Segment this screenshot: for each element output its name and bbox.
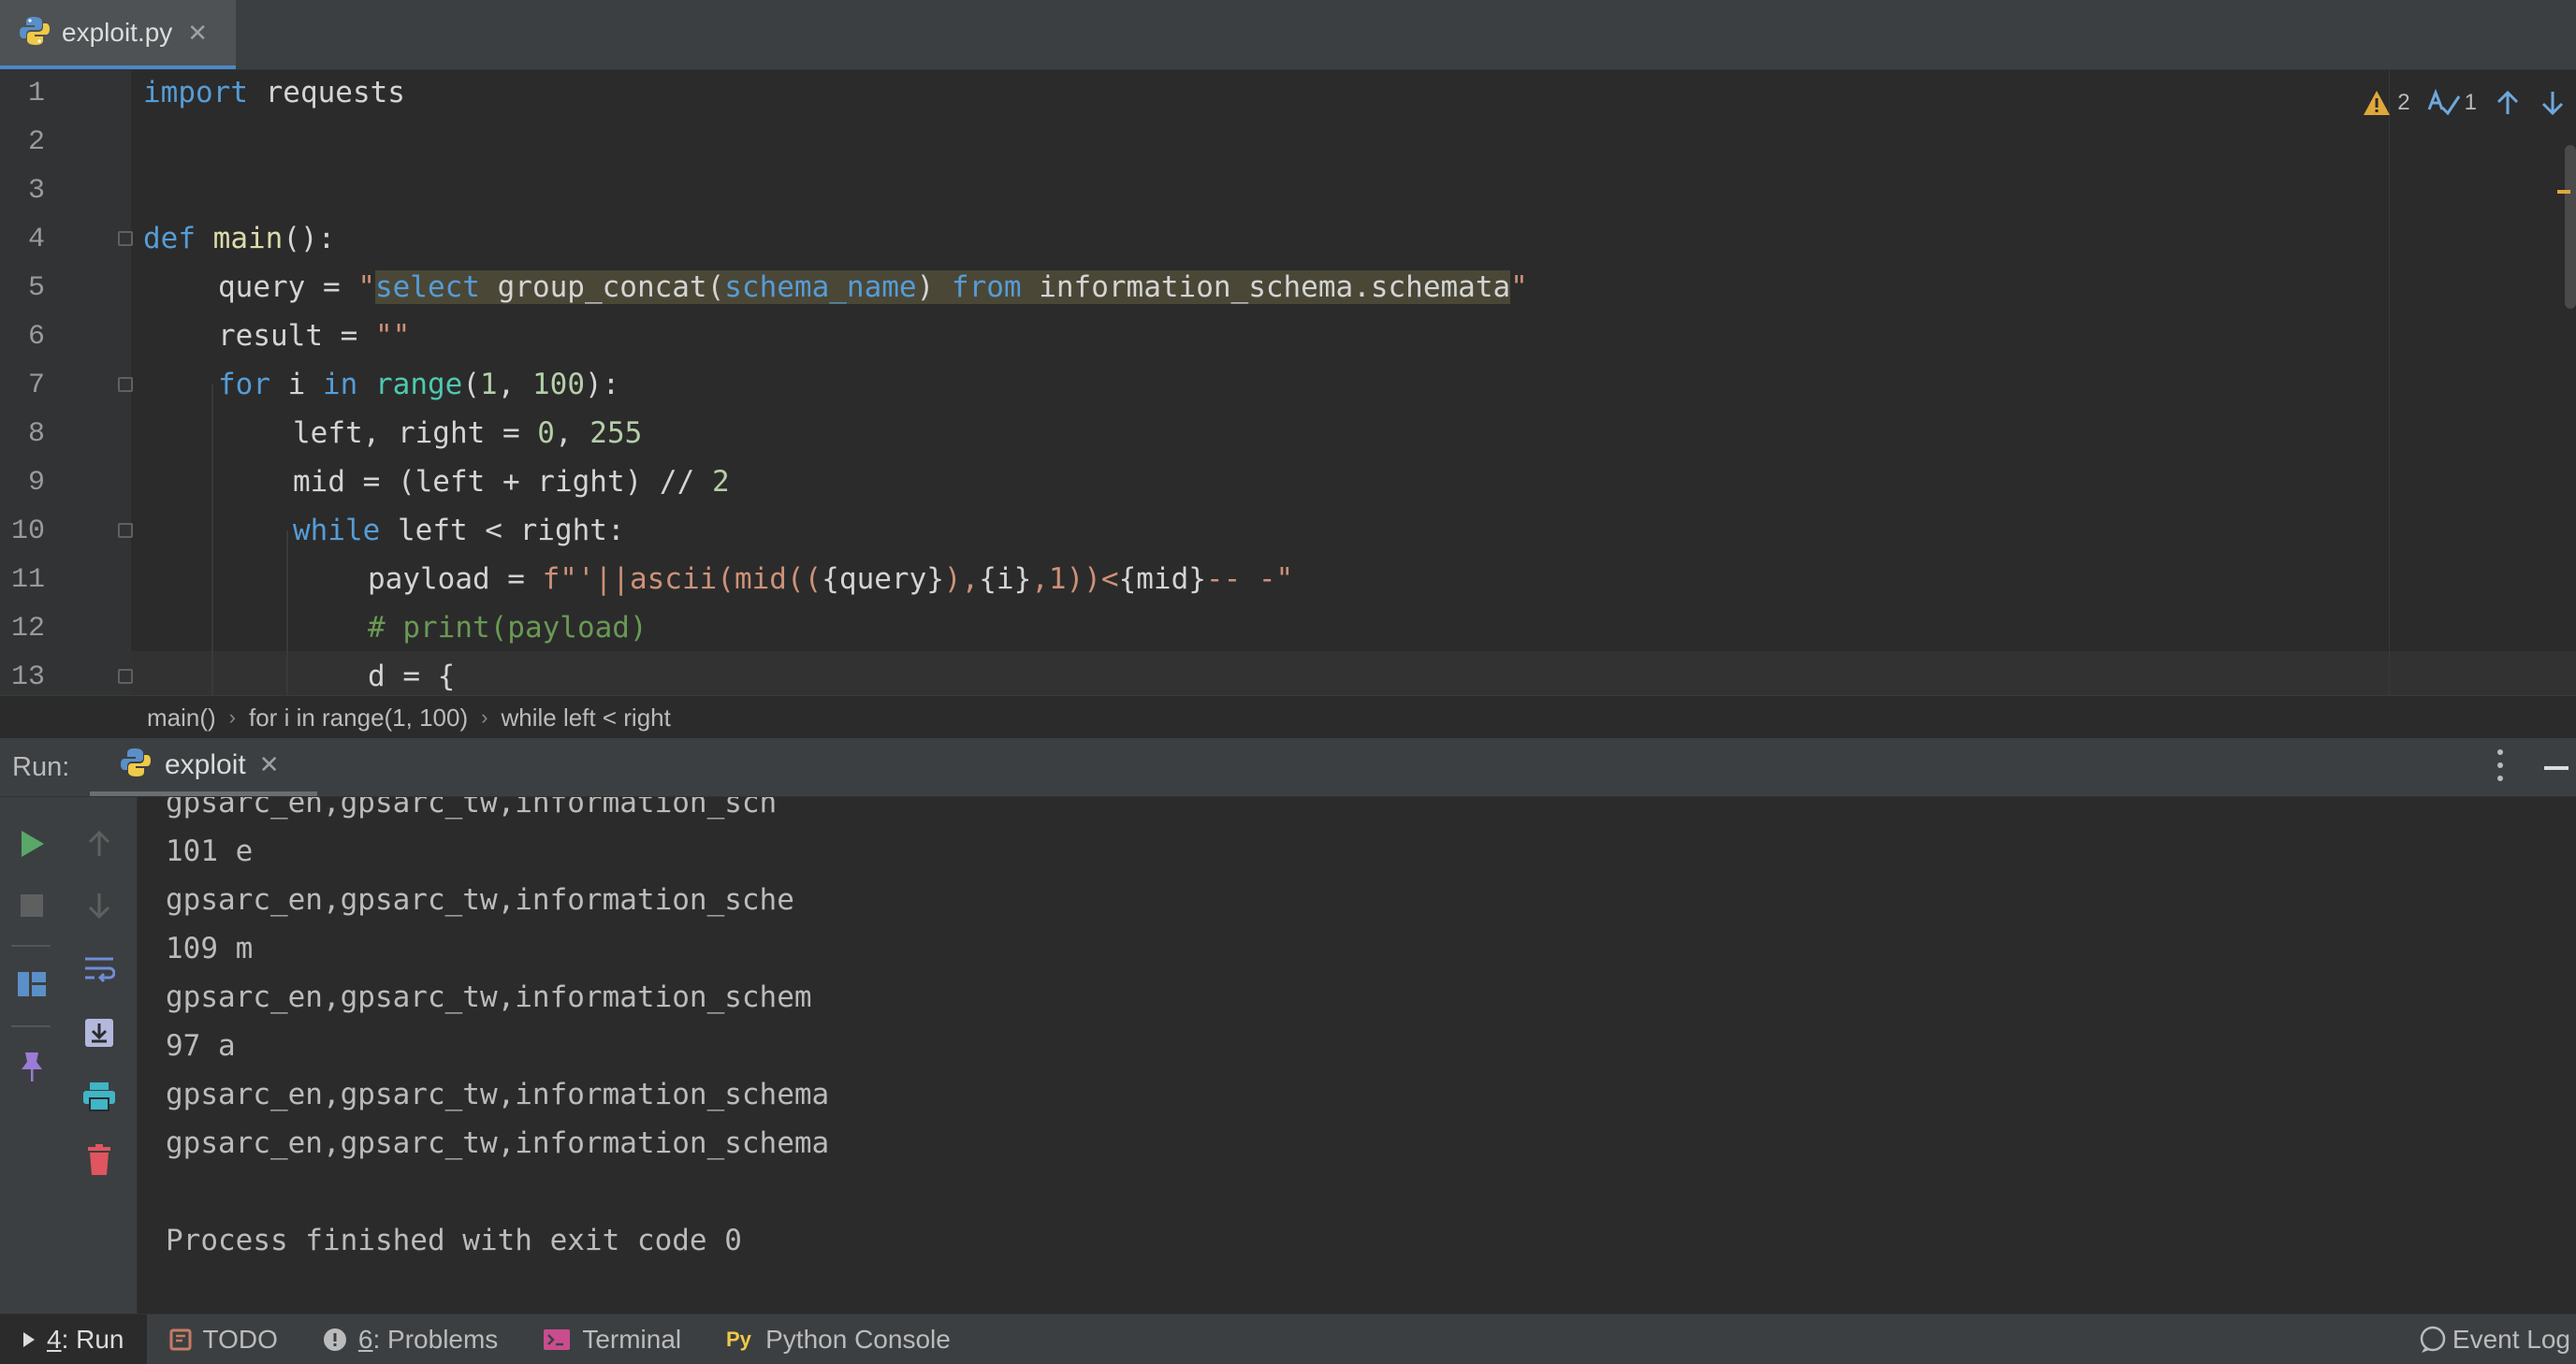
console-line: 109 m <box>166 932 254 965</box>
console-line: gpsarc_en,gpsarc_tw,information_schema <box>166 1078 830 1111</box>
typo-icon <box>2427 89 2460 116</box>
terminal-icon <box>543 1328 571 1351</box>
line-number: 9 <box>27 467 45 499</box>
console-line: gpsarc_en,gpsarc_tw,information_schem <box>166 980 812 1014</box>
code-line-4: def main(): <box>143 222 336 255</box>
soft-wrap-icon[interactable] <box>80 950 118 988</box>
console-line: gpsarc_en,gpsarc_tw,information_sche <box>166 883 794 917</box>
line-number: 7 <box>27 370 45 401</box>
todo-icon <box>169 1328 192 1351</box>
breadcrumb-item[interactable]: main() <box>147 704 216 733</box>
stop-icon[interactable] <box>13 887 51 924</box>
todo-tool-button[interactable]: TODO <box>147 1314 300 1364</box>
code-line-5: query = "select group_concat(schema_name… <box>218 270 1528 304</box>
toolbar-separator <box>11 945 51 947</box>
line-number: 1 <box>27 78 45 109</box>
console-line: Process finished with exit code 0 <box>166 1224 742 1257</box>
line-number: 10 <box>10 515 45 547</box>
pin-icon[interactable] <box>13 1048 51 1085</box>
code-line-6: result = "" <box>218 319 411 353</box>
line-number: 5 <box>27 272 45 304</box>
breadcrumb: main() › for i in range(1, 100) › while … <box>0 695 2576 739</box>
toolbar-separator <box>11 1025 51 1027</box>
editor-tab-bar: exploit.py ✕ <box>0 0 2576 70</box>
console-line: 101 e <box>166 834 254 868</box>
svg-text:Py: Py <box>726 1328 752 1351</box>
terminal-tool-button[interactable]: Terminal <box>520 1314 704 1364</box>
line-number: 11 <box>10 564 45 596</box>
rerun-icon[interactable] <box>13 825 51 863</box>
chevron-right-icon: › <box>228 705 236 729</box>
arrow-up-icon[interactable] <box>80 825 118 863</box>
editor-scrollbar[interactable] <box>2565 145 2576 309</box>
inspection-widget[interactable]: 2 1 <box>2362 89 2576 117</box>
arrow-down-icon[interactable] <box>80 887 118 924</box>
trash-icon[interactable] <box>80 1141 118 1179</box>
fold-marker[interactable] <box>118 669 133 684</box>
console-line: gpsarc_en,gpsarc_tw,information_sch <box>166 797 778 820</box>
tab-label: exploit.py <box>62 18 173 47</box>
minimize-icon[interactable] <box>2544 766 2569 770</box>
warnings-indicator[interactable]: 2 <box>2362 89 2410 117</box>
tab-exploit-py[interactable]: exploit.py ✕ <box>0 0 236 69</box>
warning-icon <box>2364 91 2391 115</box>
scroll-to-end-icon[interactable] <box>80 1014 118 1052</box>
fold-marker[interactable] <box>118 231 133 246</box>
code-line-1: import requests <box>143 76 405 109</box>
run-toolbar-primary <box>0 797 62 1313</box>
layout-icon[interactable] <box>13 965 51 1003</box>
breadcrumb-item[interactable]: while left < right <box>501 704 670 733</box>
line-number: 4 <box>27 224 45 255</box>
code-line-12: # print(payload) <box>368 611 648 645</box>
problems-tool-button[interactable]: 6: Problems <box>300 1314 520 1364</box>
code-line-11: payload = f"'||ascii(mid(({query}),{i},1… <box>368 562 1294 596</box>
indent-guide <box>211 385 213 695</box>
typos-indicator[interactable]: 1 <box>2427 89 2477 117</box>
console-line: 97 a <box>166 1029 236 1063</box>
run-icon <box>22 1331 36 1348</box>
line-number: 12 <box>10 613 45 645</box>
run-toolbar-secondary <box>62 797 138 1313</box>
line-number: 3 <box>27 175 45 207</box>
next-highlight-icon[interactable] <box>2539 89 2567 117</box>
python-console-tool-button[interactable]: Py Python Console <box>704 1314 973 1364</box>
tool-window-bar: 4: Run TODO 6: Problems Terminal Py Pyth… <box>0 1313 2576 1364</box>
event-log-icon <box>2419 1326 2447 1354</box>
right-margin-guide <box>2389 70 2390 695</box>
problems-icon <box>323 1328 347 1352</box>
python-file-icon <box>19 15 51 51</box>
event-log-button[interactable]: Event Log <box>2419 1314 2570 1364</box>
run-tool-button[interactable]: 4: Run <box>0 1314 147 1364</box>
code-line-7: for i in range(1, 100): <box>218 368 620 401</box>
indent-guide <box>286 530 288 695</box>
print-icon[interactable] <box>80 1078 118 1115</box>
fold-marker[interactable] <box>118 377 133 392</box>
code-line-8: left, right = 0, 255 <box>293 416 643 450</box>
close-tab-icon[interactable]: ✕ <box>187 19 208 48</box>
run-tool-window-header: Run: exploit ✕ <box>0 738 2576 797</box>
previous-highlight-icon[interactable] <box>2494 89 2522 117</box>
line-number: 13 <box>10 661 45 693</box>
more-options-icon[interactable] <box>2497 749 2503 781</box>
line-number: 2 <box>27 126 45 158</box>
warning-stripe-marker[interactable] <box>2557 190 2570 194</box>
python-run-icon <box>120 747 152 783</box>
run-tab-exploit[interactable]: exploit ✕ <box>90 738 317 796</box>
run-tab-label: exploit <box>165 748 246 780</box>
code-line-13: d = { <box>368 660 456 693</box>
run-tool-window: gpsarc_en,gpsarc_tw,information_sch 101 … <box>0 797 2576 1313</box>
code-editor[interactable]: 1 2 3 4 5 6 7 8 9 10 11 12 13 import req… <box>0 70 2576 695</box>
line-number: 8 <box>27 418 45 450</box>
console-line: gpsarc_en,gpsarc_tw,information_schema <box>166 1126 830 1160</box>
line-number: 6 <box>27 321 45 353</box>
run-label: Run: <box>12 752 70 782</box>
code-line-10: while left < right: <box>293 514 625 547</box>
python-console-icon: Py <box>726 1328 754 1352</box>
console-output[interactable]: gpsarc_en,gpsarc_tw,information_sch 101 … <box>166 797 2561 1313</box>
close-run-tab-icon[interactable]: ✕ <box>259 750 280 779</box>
code-line-9: mid = (left + right) // 2 <box>293 465 730 499</box>
breadcrumb-item[interactable]: for i in range(1, 100) <box>249 704 468 733</box>
chevron-right-icon: › <box>481 705 488 729</box>
fold-marker[interactable] <box>118 523 133 538</box>
